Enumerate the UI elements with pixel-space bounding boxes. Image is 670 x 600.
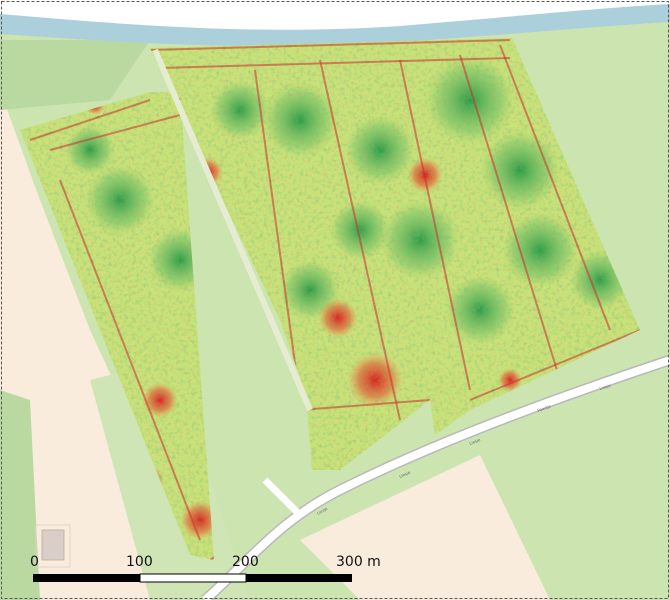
scale-segment-2 [139, 573, 247, 583]
scale-label-100: 100 [126, 554, 153, 570]
scale-label-200: 200 [232, 554, 259, 570]
scale-segment-3 [246, 574, 352, 582]
map-view[interactable]: Liesje Liesje Liesje Poortje Liesje 0 100 20… [0, 0, 670, 600]
scale-label-300: 300 m [336, 554, 381, 570]
building [41, 529, 65, 561]
map-canvas[interactable]: LiesjeLiesjeLiesjePoortjeLiesje 0 100 20… [0, 0, 670, 600]
scale-segment-1 [33, 574, 140, 582]
scale-label-0: 0 [30, 554, 39, 570]
